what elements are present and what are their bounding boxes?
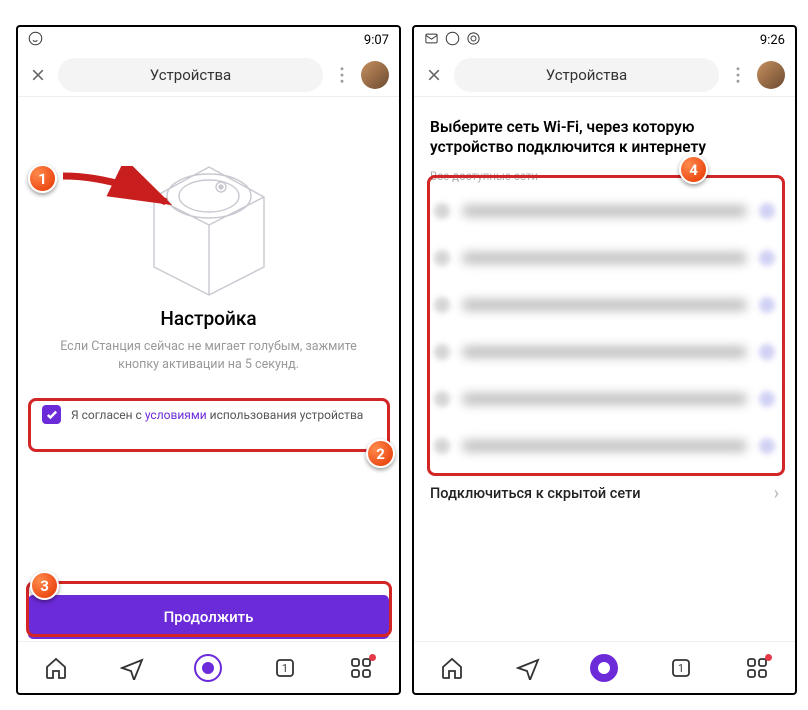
wifi-signal-icon — [434, 203, 450, 219]
wifi-network-name — [462, 252, 747, 264]
wifi-signal-icon — [434, 297, 450, 313]
toolbar: Устройства — [18, 53, 399, 97]
close-icon[interactable] — [28, 65, 48, 85]
nav-tabs-icon[interactable]: 1 — [667, 654, 695, 682]
setup-title: Настройка — [32, 307, 385, 330]
clock: 9:26 — [760, 33, 785, 48]
screenshot-left: 9:07 Устройства — [16, 25, 401, 695]
at-icon — [466, 31, 481, 50]
wifi-network-name — [462, 299, 747, 311]
avatar[interactable] — [361, 61, 389, 89]
lock-icon — [759, 344, 775, 360]
page-title: Устройства — [546, 66, 627, 84]
wifi-signal-icon — [434, 250, 450, 266]
page-title-pill[interactable]: Устройства — [454, 58, 719, 92]
nav-services-icon[interactable] — [347, 654, 375, 682]
wifi-signal-icon — [434, 391, 450, 407]
terms-text: Я согласен с условиями использования уст… — [71, 408, 363, 422]
bottom-nav: 1 — [18, 641, 399, 693]
callout-2: 2 — [366, 439, 395, 468]
page-title: Устройства — [150, 66, 231, 84]
wifi-network-item[interactable] — [428, 422, 781, 469]
notification-dot-icon — [765, 654, 772, 661]
wifi-network-item[interactable] — [428, 187, 781, 234]
lock-icon — [759, 297, 775, 313]
notification-dot-icon — [369, 654, 376, 661]
nav-home-icon[interactable] — [438, 654, 466, 682]
content-area: Настройка Если Станция сейчас не мигает … — [18, 97, 399, 641]
wifi-network-name — [462, 440, 747, 452]
lock-icon — [759, 391, 775, 407]
whatsapp-icon — [445, 31, 460, 50]
terms-link[interactable]: условиями — [145, 408, 207, 422]
wifi-network-item[interactable] — [428, 375, 781, 422]
nav-alice-icon[interactable] — [194, 654, 222, 682]
wifi-heading: Выберите сеть Wi-Fi, через которую устро… — [428, 107, 781, 163]
status-bar: 9:26 — [414, 27, 795, 53]
avatar[interactable] — [757, 61, 785, 89]
setup-description: Если Станция сейчас не мигает голубым, з… — [52, 338, 365, 373]
more-icon[interactable] — [729, 67, 747, 83]
wifi-network-item[interactable] — [428, 328, 781, 375]
all-networks-label: Все доступные сети — [428, 163, 781, 187]
callout-3: 3 — [30, 571, 59, 600]
svg-text:1: 1 — [282, 662, 288, 675]
nav-home-icon[interactable] — [42, 654, 70, 682]
nav-alice-icon[interactable] — [590, 654, 618, 682]
lock-icon — [759, 250, 775, 266]
wifi-network-name — [462, 393, 747, 405]
continue-button[interactable]: Продолжить — [28, 595, 389, 639]
callout-4: 4 — [679, 155, 708, 184]
page-title-pill[interactable]: Устройства — [58, 58, 323, 92]
lock-icon — [759, 203, 775, 219]
wifi-network-name — [462, 346, 747, 358]
status-bar: 9:07 — [18, 27, 399, 53]
svg-text:1: 1 — [678, 662, 684, 675]
content-area: Выберите сеть Wi-Fi, через которую устро… — [414, 97, 795, 641]
hidden-network-button[interactable]: Подключиться к скрытой сети › — [428, 469, 781, 517]
more-icon[interactable] — [333, 67, 351, 83]
wifi-network-item[interactable] — [428, 234, 781, 281]
device-illustration — [109, 137, 309, 297]
lock-icon — [759, 438, 775, 454]
wifi-network-item[interactable] — [428, 281, 781, 328]
mail-icon — [424, 31, 439, 50]
terms-row[interactable]: Я согласен с условиями использования уст… — [32, 391, 385, 438]
wifi-signal-icon — [434, 438, 450, 454]
wifi-network-name — [462, 205, 747, 217]
bottom-nav: 1 — [414, 641, 795, 693]
wifi-list — [428, 187, 781, 469]
toolbar: Устройства — [414, 53, 795, 97]
chevron-right-icon: › — [774, 483, 779, 504]
callout-1: 1 — [28, 164, 57, 193]
nav-tabs-icon[interactable]: 1 — [271, 654, 299, 682]
nav-send-icon[interactable] — [514, 654, 542, 682]
close-icon[interactable] — [424, 65, 444, 85]
wifi-signal-icon — [434, 344, 450, 360]
clock: 9:07 — [364, 33, 389, 48]
terms-checkbox[interactable] — [42, 405, 61, 424]
whatsapp-icon — [28, 31, 43, 50]
hidden-network-label: Подключиться к скрытой сети — [430, 485, 641, 502]
nav-services-icon[interactable] — [743, 654, 771, 682]
screenshot-right: 9:26 Устройства Выберите сеть Wi-Fi, чер… — [412, 25, 797, 695]
nav-send-icon[interactable] — [118, 654, 146, 682]
